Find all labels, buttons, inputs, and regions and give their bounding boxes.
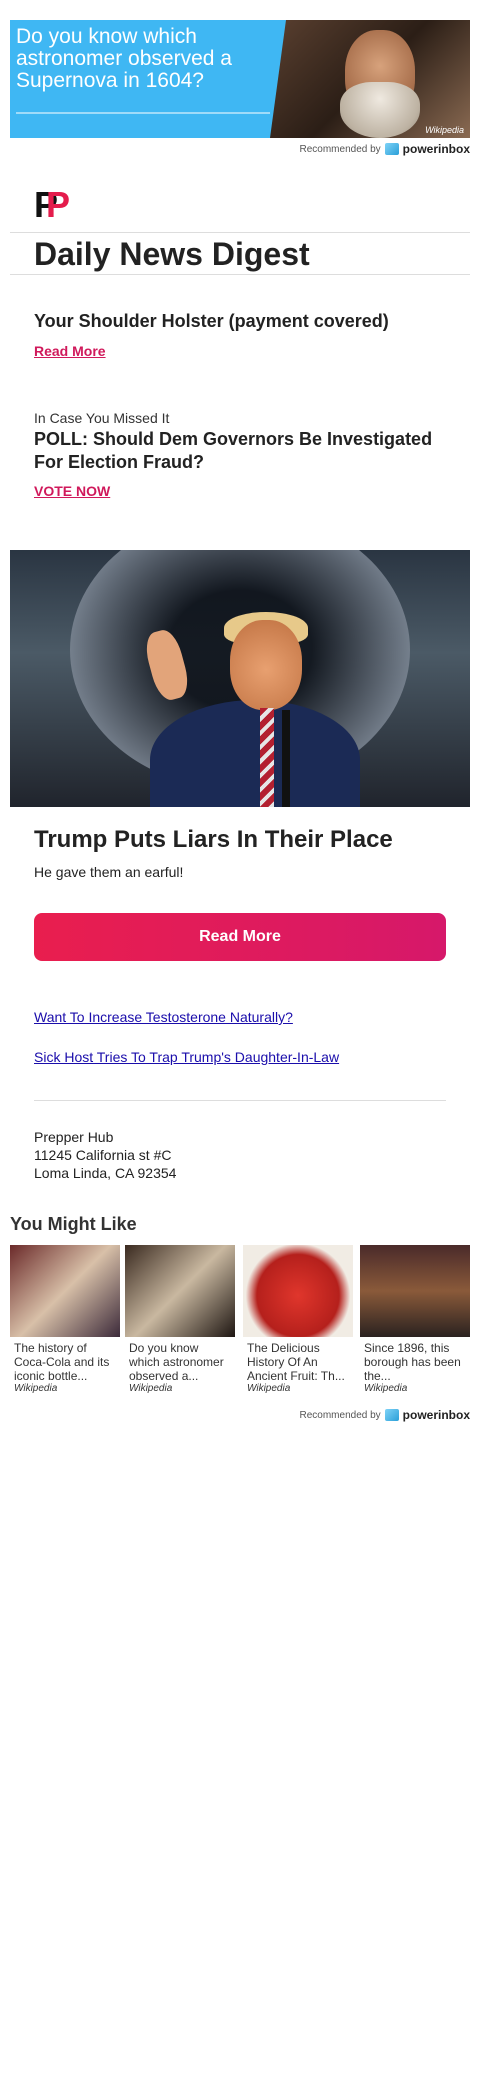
logo-letter-red: P [46,184,71,225]
poll-headline: POLL: Should Dem Governors Be Investigat… [34,429,433,472]
promo-headline: Your Shoulder Holster (payment covered) [34,311,389,331]
powerinbox-brand: powerinbox [402,142,470,156]
recommendation-tile[interactable]: The Delicious History Of An Ancient Frui… [243,1245,353,1394]
recommendation-tile[interactable]: Do you know which astronomer observed a.… [125,1245,235,1394]
tile-source: Wikipedia [364,1383,408,1394]
story-subtitle: He gave them an earful! [34,864,184,880]
recommended-label: Recommended by [299,143,381,155]
tile-thumbnail [125,1245,235,1337]
tile-title: Since 1896, this borough has been the... [364,1341,461,1383]
portrait-beard [340,82,420,138]
tile-title: Do you know which astronomer observed a.… [129,1341,224,1383]
ad-divider [16,112,270,114]
testosterone-link[interactable]: Want To Increase Testosterone Naturally? [34,1009,293,1025]
footer-address: Prepper Hub 11245 California st #C Loma … [34,1128,176,1182]
powerinbox-brand: powerinbox [402,1408,470,1422]
tile-source: Wikipedia [14,1383,58,1394]
tile-title: The history of Coca-Cola and its iconic … [14,1341,110,1383]
poll-label: In Case You Missed It [34,410,170,426]
header-divider-top [10,232,470,233]
tile-thumbnail [360,1245,470,1337]
footer-city: Loma Linda, CA 92354 [34,1165,177,1181]
footer-divider [34,1100,446,1101]
hero-head [230,620,302,710]
story-title[interactable]: Trump Puts Liars In Their Place [34,826,393,854]
recommended-label: Recommended by [299,1409,381,1421]
promo-read-more-link[interactable]: Read More [34,343,106,359]
hero-image[interactable] [10,550,470,807]
recommended-by-top[interactable]: Recommended by powerinbox [300,141,471,157]
tile-thumbnail [10,1245,120,1337]
footer-street: 11245 California st #C [34,1147,172,1163]
footer-company: Prepper Hub [34,1129,114,1145]
ad-source: Wikipedia [425,125,464,135]
recommendation-tile[interactable]: Since 1896, this borough has been the...… [360,1245,470,1394]
recommendation-tile[interactable]: The history of Coca-Cola and its iconic … [10,1245,120,1394]
recommended-by-bottom[interactable]: Recommended by powerinbox [300,1407,471,1423]
tile-source: Wikipedia [247,1383,291,1394]
top-ad-banner[interactable]: Do you know which astronomer observed a … [10,20,470,138]
you-might-like-title: You Might Like [10,1214,137,1234]
host-trap-link[interactable]: Sick Host Tries To Trap Trump's Daughter… [34,1049,339,1065]
read-more-button[interactable]: Read More [34,913,446,961]
hero-tie [260,708,274,807]
tile-title: The Delicious History Of An Ancient Frui… [247,1341,345,1383]
powerinbox-icon [384,1409,399,1421]
powerinbox-icon [384,143,399,155]
vote-now-link[interactable]: VOTE NOW [34,483,110,499]
site-logo[interactable]: P P [34,184,71,225]
header-divider-bottom [10,274,470,275]
ad-headline: Do you know which astronomer observed a … [16,25,232,92]
tile-thumbnail [243,1245,353,1337]
hero-microphone [282,710,290,807]
tile-source: Wikipedia [129,1383,173,1394]
recommendation-tiles: The history of Coca-Cola and its iconic … [10,1245,470,1405]
page-title: Daily News Digest [34,236,310,272]
